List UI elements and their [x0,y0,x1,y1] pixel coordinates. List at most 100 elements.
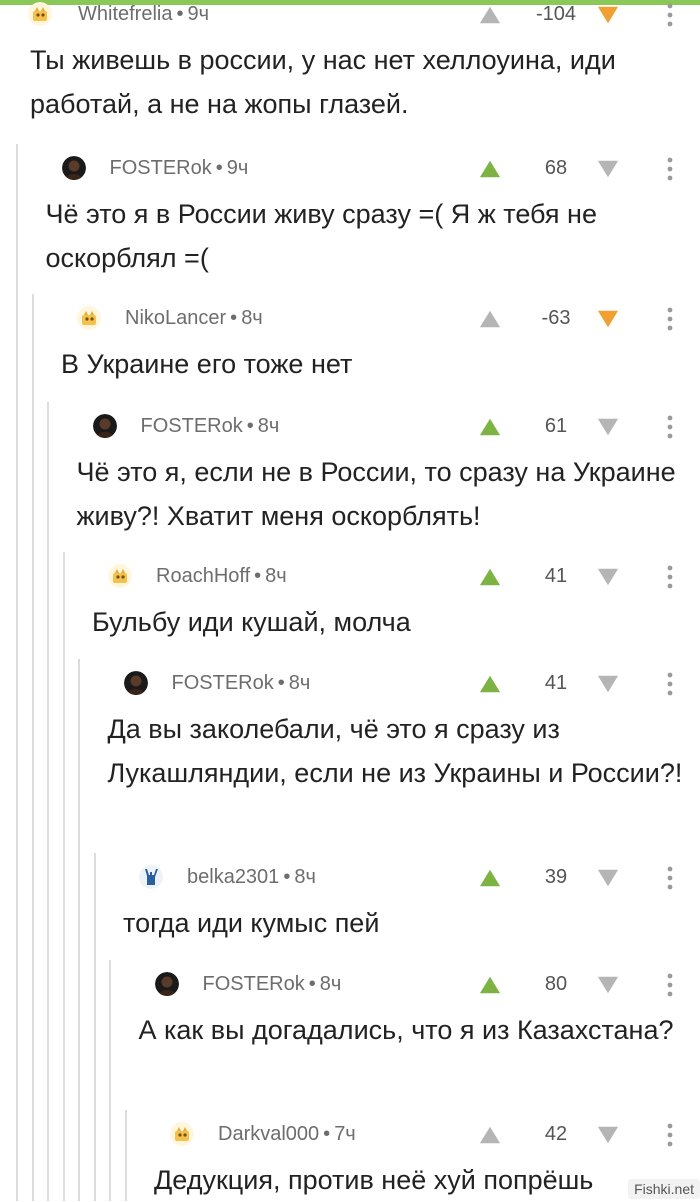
comment-header: FOSTERok•9ч 68 [46,152,700,192]
comment-meta: FOSTERok•8ч [172,672,311,695]
comment-text: А как вы догадались, что я из Казахстана… [139,1008,700,1052]
comment-header: FOSTERok•8ч 41 [108,667,700,707]
person-avatar-icon[interactable] [124,671,148,695]
downvote-icon[interactable] [596,673,620,695]
comment-header: FOSTERok•8ч80 [139,968,700,1008]
comment: NikoLancer•8ч-63В Украине его тоже нет [61,302,700,386]
thread-guide-line [32,294,34,1201]
separator-dot: • [278,672,285,694]
comment-text: Чё это я, если не в России, то сразу на … [77,450,700,538]
more-options-icon[interactable] [660,2,680,28]
downvote-icon[interactable] [596,974,620,996]
comment: FOSTERok•8ч80А как вы догадались, что я … [139,968,700,1052]
author-name[interactable]: belka2301 [187,866,279,888]
downvote-icon[interactable] [596,308,620,330]
author-name[interactable]: FOSTERok [110,157,212,179]
default-avatar-icon[interactable] [108,564,132,588]
comment-rating: -104 [526,3,586,26]
downvote-icon[interactable] [596,566,620,588]
thread-guide-line [109,960,111,1201]
person-avatar-icon[interactable] [62,156,86,180]
separator-dot: • [216,157,223,179]
comment-text: тогда иди кумыс пей [123,901,700,945]
author-name[interactable]: Whitefrelia [78,3,172,25]
more-options-icon[interactable] [660,865,680,891]
separator-dot: • [254,565,261,587]
comment-header: NikoLancer•8ч-63 [61,302,700,342]
person-avatar-icon[interactable] [155,972,179,996]
downvote-icon[interactable] [596,867,620,889]
downvote-icon[interactable] [596,158,620,180]
more-options-icon[interactable] [660,414,680,440]
separator-dot: • [323,1123,330,1145]
upvote-icon[interactable] [478,158,502,180]
comment-time: 8ч [265,565,287,587]
comment-time: 8ч [241,307,263,329]
person-avatar-icon[interactable] [93,414,117,438]
upvote-icon[interactable] [478,308,502,330]
author-name[interactable]: FOSTERok [172,672,274,694]
comment-time: 9ч [188,3,210,25]
watermark: Fishki.net [628,1179,700,1199]
downvote-icon[interactable] [596,1124,620,1146]
more-options-icon[interactable] [660,671,680,697]
comment-text: Ты живешь в россии, у нас нет хеллоуина,… [30,38,700,126]
comment: FOSTERok•8ч41Да вы заколебали, чё это я … [108,667,700,795]
rock-hand-avatar-icon[interactable] [139,865,163,889]
upvote-icon[interactable] [478,566,502,588]
comment-rating: 41 [526,672,586,695]
comment-meta: RoachHoff•8ч [156,565,287,588]
comment-rating: 61 [526,415,586,438]
upvote-icon[interactable] [478,4,502,26]
default-avatar-icon[interactable] [170,1122,194,1146]
upvote-icon[interactable] [478,673,502,695]
author-name[interactable]: Darkval000 [218,1123,319,1145]
more-options-icon[interactable] [660,564,680,590]
separator-dot: • [247,415,254,437]
comment-header: Whitefrelia•9ч -104 [30,0,700,38]
comment-meta: Darkval000•7ч [218,1123,356,1146]
comment-meta: FOSTERok•8ч [203,973,342,996]
upvote-icon[interactable] [478,416,502,438]
thread-guide-line [63,552,65,1201]
author-name[interactable]: FOSTERok [203,973,305,995]
comment-time: 7ч [334,1123,356,1145]
comment: Whitefrelia•9ч -104 Ты живешь в россии, у … [30,0,700,126]
thread-guide-line [16,144,18,1201]
upvote-icon[interactable] [478,1124,502,1146]
thread-guide-line [125,1110,127,1201]
comment-meta: Whitefrelia•9ч [78,3,209,26]
author-name[interactable]: FOSTERok [141,415,243,437]
comment-text: Чё это я в России живу сразу =( Я ж тебя… [46,192,700,280]
more-options-icon[interactable] [660,156,680,182]
comment-header: belka2301•8ч39 [123,861,700,901]
thread-guide-line [78,659,80,1201]
comment-header: FOSTERok•8ч61 [77,410,700,450]
comment: FOSTERok•8ч61Чё это я, если не в России,… [77,410,700,538]
downvote-icon[interactable] [596,416,620,438]
comment-time: 8ч [320,973,342,995]
comment-rating: 41 [526,565,586,588]
upvote-icon[interactable] [478,974,502,996]
thread-guide-line [94,853,96,1201]
comment-rating: 68 [526,157,586,180]
comment-header: RoachHoff•8ч 41 [92,560,700,600]
author-name[interactable]: NikoLancer [125,307,226,329]
downvote-icon[interactable] [596,4,620,26]
default-avatar-icon[interactable] [77,306,101,330]
comment-text: Бульбу иди кушай, молча [92,600,700,644]
separator-dot: • [309,973,316,995]
more-options-icon[interactable] [660,306,680,332]
comment-thread: Whitefrelia•9ч-104Ты живешь в россии, у … [0,0,700,1201]
more-options-icon[interactable] [660,972,680,998]
comment: Darkval000•7ч42Дедукция, против неё хуй … [154,1118,700,1202]
comment-rating: -63 [526,307,586,330]
comment-meta: belka2301•8ч [187,866,316,889]
more-options-icon[interactable] [660,1122,680,1148]
comment-text: Дедукция, против неё хуй попрёшь [154,1158,700,1202]
comment-meta: FOSTERok•9ч [110,157,249,180]
author-name[interactable]: RoachHoff [156,565,250,587]
upvote-icon[interactable] [478,867,502,889]
default-avatar-icon[interactable] [28,2,52,26]
comment-time: 8ч [294,866,316,888]
